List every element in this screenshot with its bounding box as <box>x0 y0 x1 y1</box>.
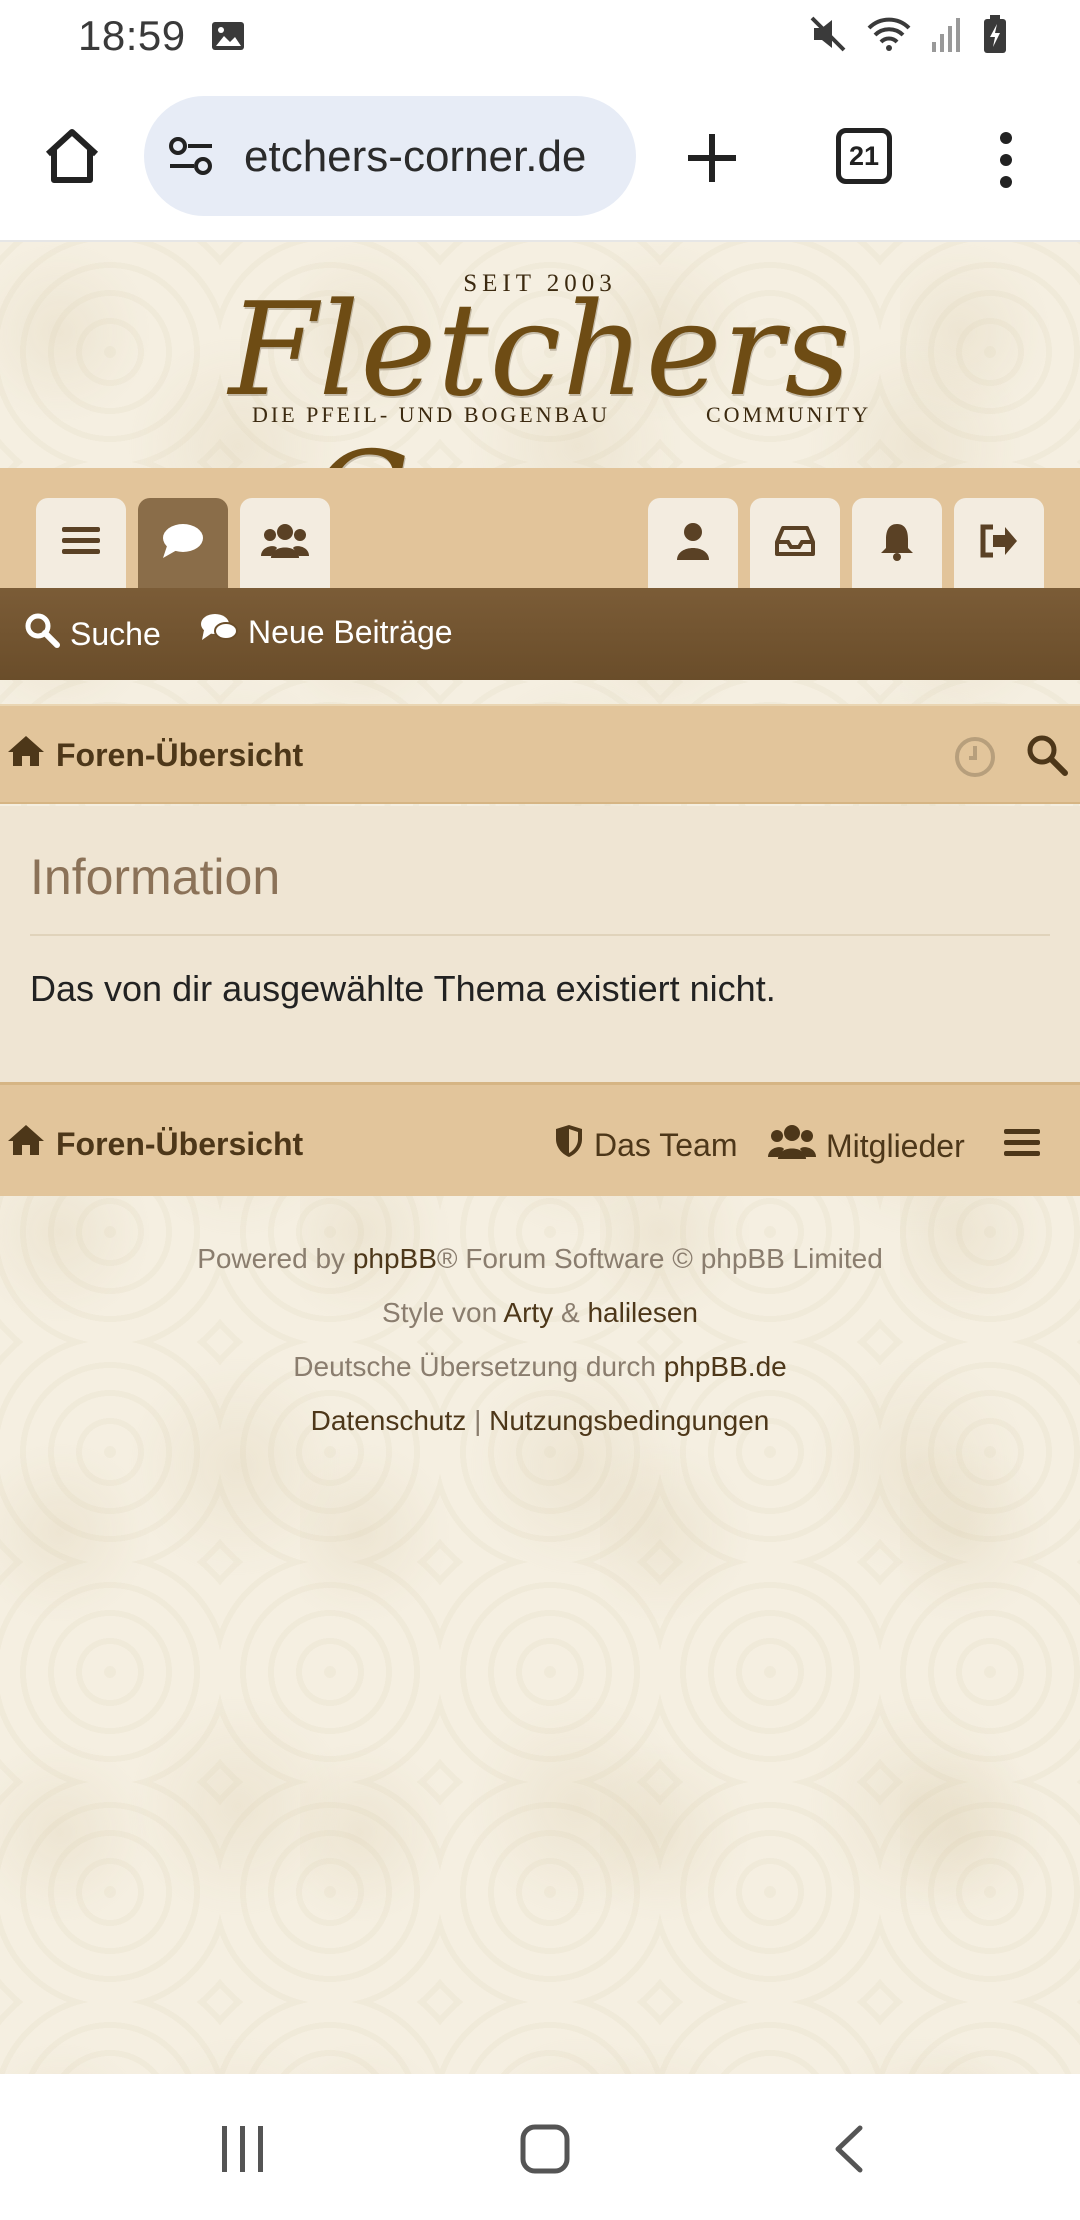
footer-members-label: Mitglieder <box>826 1127 965 1164</box>
new-posts-link[interactable]: Neue Beiträge <box>200 612 453 652</box>
status-icons <box>808 14 1008 59</box>
copyright-block: Powered by phpBB® Forum Software © phpBB… <box>0 1232 1080 1448</box>
translation-line: Deutsche Übersetzung durch phpBB.de <box>0 1340 1080 1394</box>
clock-icon[interactable] <box>954 736 996 783</box>
terms-link[interactable]: Nutzungsbedingungen <box>489 1405 769 1436</box>
style-von-text: Style von <box>382 1297 498 1328</box>
back-icon[interactable] <box>830 2124 866 2179</box>
status-time: 18:59 <box>78 12 186 59</box>
tabs-icon[interactable]: 21 <box>836 128 892 184</box>
search-icon <box>24 612 60 656</box>
tab-menu[interactable] <box>36 498 126 588</box>
browser-toolbar: etchers-corner.de 21 <box>0 72 1080 242</box>
phpbb-de-link[interactable]: phpBB.de <box>664 1351 787 1382</box>
info-divider <box>30 934 1050 936</box>
url-text: etchers-corner.de <box>244 132 587 181</box>
info-message: Das von dir ausgewählte Thema existiert … <box>30 968 776 1009</box>
tab-profile[interactable] <box>648 498 738 588</box>
breadcrumb: Foren-Übersicht <box>0 704 1080 804</box>
amp-text: & <box>560 1297 580 1328</box>
search-link[interactable]: Suche <box>24 612 161 656</box>
breadcrumb-label: Foren-Übersicht <box>56 736 304 773</box>
breadcrumb-index-link[interactable]: Foren-Übersicht <box>6 734 303 776</box>
users-icon <box>261 522 309 565</box>
legal-line: Datenschutz | Nutzungsbedingungen <box>0 1394 1080 1448</box>
footer-members-link[interactable]: Mitglieder <box>768 1123 965 1169</box>
translation-text: Deutsche Übersetzung durch <box>293 1351 656 1382</box>
home-icon <box>6 734 46 776</box>
powered-by-text: Powered by <box>197 1243 346 1274</box>
tab-forum[interactable] <box>138 498 228 588</box>
style-line: Style von Arty & halilesen <box>0 1286 1080 1340</box>
footer-navbar: Foren-Übersicht Das Team Mitglieder <box>0 1082 1080 1196</box>
tab-members[interactable] <box>240 498 330 588</box>
shield-icon <box>554 1123 584 1167</box>
users-icon <box>768 1123 816 1169</box>
arty-link[interactable]: Arty <box>503 1297 553 1328</box>
bars-icon <box>62 525 100 562</box>
comment-icon <box>161 522 205 565</box>
search-label: Suche <box>70 615 161 652</box>
tab-logout[interactable] <box>954 498 1044 588</box>
bars-icon[interactable] <box>1004 1127 1040 1164</box>
comments-icon <box>200 612 238 652</box>
logout-icon <box>979 523 1019 564</box>
mute-icon <box>808 14 848 59</box>
forum-software-text: ® Forum Software © phpBB Limited <box>436 1243 883 1274</box>
nav-tab-strip <box>0 468 1080 588</box>
android-home-icon[interactable] <box>520 2124 570 2179</box>
plus-icon[interactable] <box>682 128 742 188</box>
privacy-link[interactable]: Datenschutz <box>311 1405 467 1436</box>
footer-team-label: Das Team <box>594 1126 738 1163</box>
status-bar: 18:59 <box>0 0 1080 72</box>
home-icon <box>6 1123 46 1165</box>
new-posts-label: Neue Beiträge <box>248 613 453 650</box>
more-icon[interactable] <box>996 130 1016 190</box>
powered-by-line: Powered by phpBB® Forum Software © phpBB… <box>0 1232 1080 1286</box>
search-icon[interactable] <box>1026 734 1068 781</box>
phpbb-link[interactable]: phpBB <box>353 1243 437 1274</box>
wifi-icon <box>866 14 912 59</box>
home-icon[interactable] <box>42 126 102 186</box>
footer-index-link[interactable]: Foren-Übersicht <box>6 1123 303 1165</box>
signal-icon <box>930 14 964 59</box>
quick-links-bar: Suche Neue Beiträge <box>0 588 1080 680</box>
information-panel: Information Das von dir ausgewählte Them… <box>0 806 1080 1082</box>
bell-icon <box>879 521 915 566</box>
legal-separator: | <box>474 1405 482 1436</box>
logo-subtitle-left: DIE PFEIL- UND BOGENBAU <box>252 402 611 427</box>
footer-index-label: Foren-Übersicht <box>56 1125 304 1162</box>
site-banner[interactable]: SEIT 2003 Fletchers Corner DIE PFEIL- UN… <box>0 242 1080 574</box>
tab-notifications[interactable] <box>852 498 942 588</box>
logo-subtitle-right: COMMUNITY <box>706 402 872 427</box>
battery-icon <box>982 14 1008 59</box>
image-icon <box>210 18 246 59</box>
footer-team-link[interactable]: Das Team <box>554 1123 737 1167</box>
halilesen-link[interactable]: halilesen <box>587 1297 698 1328</box>
web-page: SEIT 2003 Fletchers Corner DIE PFEIL- UN… <box>0 242 1080 2074</box>
inbox-icon <box>775 524 815 563</box>
address-bar[interactable]: etchers-corner.de <box>144 96 636 216</box>
recents-icon[interactable] <box>218 2124 268 2179</box>
user-icon <box>676 522 710 565</box>
info-title: Information <box>30 849 281 905</box>
tab-private-messages[interactable] <box>750 498 840 588</box>
tune-icon[interactable] <box>168 134 214 180</box>
system-navigation-bar <box>0 2074 1080 2220</box>
